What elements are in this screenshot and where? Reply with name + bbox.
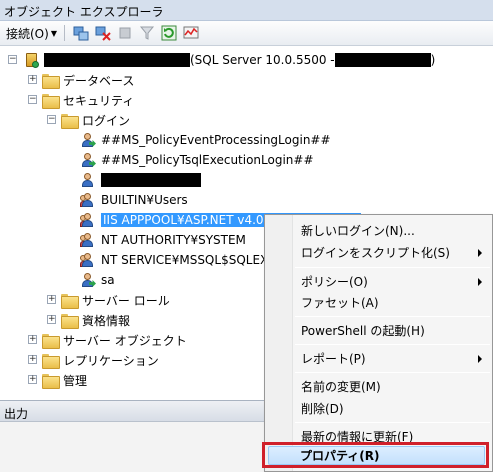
folder-icon [42, 333, 60, 349]
tree-node-credentials[interactable]: 資格情報 [61, 310, 130, 330]
menu-item-label: ログインをスクリプト化(S) [301, 246, 450, 260]
collapse-toggle[interactable]: − [28, 95, 37, 104]
menu-separator [295, 267, 490, 268]
tree-node-login[interactable]: BUILTIN¥Users [80, 190, 188, 210]
expand-toggle[interactable]: + [28, 75, 37, 84]
tree-node-label: 管理 [63, 373, 88, 388]
refresh-icon[interactable] [161, 25, 177, 41]
object-explorer-toolbar: 接続(O) ▼ [0, 21, 493, 46]
server-label-close: ) [430, 53, 436, 67]
menu-item-delete[interactable]: 削除(D) [293, 398, 492, 419]
menu-separator [295, 344, 490, 345]
menu-separator [295, 372, 490, 373]
toolbar-divider [63, 25, 65, 41]
expand-toggle[interactable]: + [47, 315, 56, 324]
menu-item-label: PowerShell の起動(H) [301, 324, 425, 338]
tree-node-login[interactable]: ##MS_PolicyTsqlExecutionLogin## [80, 150, 314, 170]
connect-object-explorer-icon[interactable] [73, 25, 89, 41]
menu-item-label: 名前の変更(M) [301, 380, 381, 394]
collapse-toggle[interactable]: − [8, 55, 17, 64]
object-explorer-title: オブジェクト エクスプローラ [0, 0, 493, 21]
tree-node-management[interactable]: 管理 [42, 370, 87, 390]
context-menu: 新しいログイン(N)... ログインをスクリプト化(S) ポリシー(O) ファセ… [264, 214, 493, 472]
menu-separator [295, 422, 490, 423]
tree-node-security[interactable]: セキュリティ [42, 90, 134, 110]
menu-item-facets[interactable]: ファセット(A) [293, 292, 492, 313]
submenu-arrow-icon [478, 249, 482, 257]
tree-node-replication[interactable]: レプリケーション [42, 350, 159, 370]
menu-item-label: ファセット(A) [301, 296, 379, 310]
expand-toggle[interactable]: + [28, 335, 37, 344]
tree-node-label: サーバー オブジェクト [63, 333, 187, 348]
menu-separator [295, 316, 490, 317]
menu-item-rename[interactable]: 名前の変更(M) [293, 376, 492, 397]
collapse-toggle[interactable]: − [47, 115, 56, 124]
context-menu-gutter [265, 215, 293, 471]
tree-node-label: データベース [63, 73, 135, 88]
expand-toggle[interactable]: + [28, 375, 37, 384]
menu-item-label: レポート(P) [301, 352, 366, 366]
tree-node-databases[interactable]: データベース [42, 70, 134, 90]
tree-node-label: ##MS_PolicyEventProcessingLogin## [101, 133, 331, 147]
filter-icon[interactable] [139, 25, 155, 41]
disconnect-icon[interactable] [95, 25, 111, 41]
tree-node-server-roles[interactable]: サーバー ロール [61, 290, 170, 310]
tree-node-label: sa [101, 273, 115, 287]
expand-toggle[interactable]: + [47, 295, 56, 304]
tree-node-login[interactable]: ##MS_PolicyEventProcessingLogin## [80, 130, 331, 150]
chevron-down-icon: ▼ [50, 28, 57, 38]
menu-item-start-powershell[interactable]: PowerShell の起動(H) [293, 320, 492, 341]
tree-node-server[interactable]: (SQL Server 10.0.5500 - ) [24, 50, 435, 70]
tree-node-label: BUILTIN¥Users [101, 193, 188, 207]
tree-node-label: ログイン [82, 113, 131, 128]
tree-node-login[interactable]: NT AUTHORITY¥SYSTEM [80, 230, 246, 250]
folder-icon [61, 313, 79, 329]
login-user-icon [80, 172, 96, 188]
activity-monitor-icon[interactable] [183, 25, 199, 41]
login-group-icon [80, 232, 96, 248]
tree-node-label: NT AUTHORITY¥SYSTEM [101, 233, 246, 247]
tree-node-label: 資格情報 [82, 313, 131, 328]
expand-toggle[interactable]: + [28, 355, 37, 364]
tree-node-label: レプリケーション [63, 353, 159, 368]
folder-icon [42, 73, 60, 89]
login-user-icon [80, 132, 96, 148]
login-group-icon [80, 192, 96, 208]
stop-icon[interactable] [117, 25, 133, 41]
redacted-server-name [44, 53, 190, 67]
tree-node-logins[interactable]: ログイン [61, 110, 130, 130]
redacted-user-name [334, 53, 431, 67]
tree-node-server-objects[interactable]: サーバー オブジェクト [42, 330, 187, 350]
folder-icon [42, 353, 60, 369]
menu-item-policies[interactable]: ポリシー(O) [293, 271, 492, 292]
annotation-highlight-box [262, 442, 489, 468]
submenu-arrow-icon [478, 355, 482, 363]
redacted-login-name [101, 173, 201, 187]
tree-node-label: ##MS_PolicyTsqlExecutionLogin## [101, 153, 314, 167]
tree-node-label: サーバー ロール [82, 293, 170, 308]
login-group-icon [80, 252, 96, 268]
tree-node-login[interactable] [80, 170, 201, 190]
login-user-icon [80, 272, 96, 288]
database-server-icon [24, 52, 40, 68]
submenu-arrow-icon [478, 278, 482, 286]
menu-item-label: 削除(D) [301, 402, 344, 416]
menu-item-new-login[interactable]: 新しいログイン(N)... [293, 220, 492, 241]
tree-node-label: セキュリティ [63, 93, 135, 108]
folder-icon [61, 293, 79, 309]
menu-item-label: ポリシー(O) [301, 275, 368, 289]
login-user-icon [80, 152, 96, 168]
menu-item-script-login[interactable]: ログインをスクリプト化(S) [293, 242, 492, 263]
connect-dropdown-button[interactable]: 接続(O) ▼ [4, 23, 59, 43]
folder-icon [42, 373, 60, 389]
folder-open-icon [42, 93, 60, 109]
menu-item-label: 新しいログイン(N)... [301, 224, 415, 238]
folder-open-icon [61, 113, 79, 129]
login-group-icon [80, 212, 96, 228]
connect-label: 接続(O) [6, 26, 49, 41]
tree-node-login[interactable]: sa [80, 270, 115, 290]
server-version-label: (SQL Server 10.0.5500 - [190, 53, 335, 67]
menu-item-reports[interactable]: レポート(P) [293, 348, 492, 369]
